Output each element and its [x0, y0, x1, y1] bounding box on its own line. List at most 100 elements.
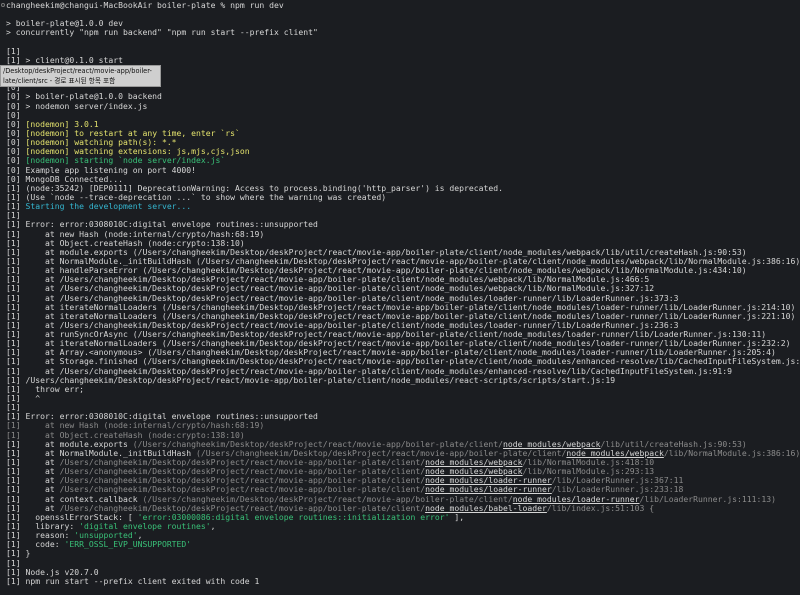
terminal-line: [1] at /Users/changheekim/Desktop/deskPr… [6, 467, 800, 476]
terminal-text-segment: node_modules/loader-runner [425, 485, 552, 495]
terminal-line: [0] Example app listening on port 4000! [6, 166, 800, 175]
terminal-text-segment: /lib/LoaderRunner.js:111:13) [639, 494, 776, 504]
terminal-text-segment: [1] opensslErrorStack: [ [6, 512, 138, 522]
terminal-text-segment: /lib/util/createHash.js:90:53) [600, 439, 747, 449]
terminal-text-segment: [1] at NormalModule._initBuildHash [6, 448, 197, 458]
terminal-text-segment: [1] at /Users/changheekim/Desktop/deskPr… [6, 284, 655, 294]
terminal-text-segment: /lib/LoaderRunner.js:233:18 [551, 485, 684, 495]
terminal-text-segment: [nodemon] watching path(s): *.* [25, 138, 177, 148]
terminal-line: [1] code: 'ERR_OSSL_EVP_UNSUPPORTED' [6, 540, 800, 549]
terminal-line: [1] at /Users/changheekim/Desktop/deskPr… [6, 458, 800, 467]
terminal-line: [0] [nodemon] watching extensions: js,mj… [6, 147, 800, 156]
terminal-text-segment: [1] Error: error:0308010C:digital envelo… [6, 412, 318, 422]
terminal-text-segment: [1] at Object.createHash (node:crypto:13… [6, 430, 245, 440]
terminal-text-segment: [1] at [6, 485, 60, 495]
terminal-line: [1] at Object.createHash (node:crypto:13… [6, 431, 800, 440]
terminal-text-segment: [0] MongoDB Connected... [6, 174, 123, 184]
terminal-line: [0] MongoDB Connected... [6, 175, 800, 184]
terminal-line: [0] [nodemon] to restart at any time, en… [6, 129, 800, 138]
terminal-text-segment: [1] at /Users/changheekim/Desktop/deskPr… [6, 275, 650, 285]
terminal-line: [1] at /Users/changheekim/Desktop/deskPr… [6, 294, 800, 303]
terminal-text-segment: [1] at new Hash (node:internal/crypto/ha… [6, 229, 265, 239]
terminal-text-segment: [0] [6, 119, 26, 129]
terminal-text-segment: [1] reason: [6, 531, 75, 541]
terminal-line: [1] at /Users/changheekim/Desktop/deskPr… [6, 504, 800, 513]
terminal-text-segment: /Users/changheekim/Desktop/deskProject/r… [59, 467, 426, 477]
terminal-text-segment: [1] at /Users/changheekim/Desktop/deskPr… [6, 293, 679, 303]
terminal-text-segment: [0] > nodemon server/index.js [6, 101, 148, 111]
terminal-text-segment: [0] [6, 110, 21, 120]
terminal-text-segment: [1] at module.exports [6, 439, 133, 449]
terminal-line: [1] at /Users/changheekim/Desktop/deskPr… [6, 476, 800, 485]
terminal-line: [1] at /Users/changheekim/Desktop/deskPr… [6, 275, 800, 284]
terminal-text-segment: 'error:03000086:digital envelope routine… [137, 512, 450, 522]
terminal-text-segment: 'ERR_OSSL_EVP_UNSUPPORTED' [64, 540, 192, 550]
terminal-text-segment: /Users/changheekim/Desktop/deskProject/r… [59, 503, 426, 513]
terminal-text-segment: [1] at module.exports (/Users/changheeki… [6, 247, 747, 257]
terminal-line: [1] at iterateNormalLoaders (/Users/chan… [6, 312, 800, 321]
terminal-text-segment: [1] Error: error:0308010C:digital envelo… [6, 220, 318, 230]
terminal-text-segment: [1] at /Users/changheekim/Desktop/deskPr… [6, 366, 733, 376]
terminal-text-segment: [1] } [6, 549, 31, 559]
terminal-text-segment: [1] at [6, 458, 60, 468]
terminal-text-segment: [1] at context.callback [6, 494, 143, 504]
terminal-line: [1] opensslErrorStack: [ 'error:03000086… [6, 513, 800, 522]
terminal-window[interactable]: changheekim@changui-MacBookAir boiler-pl… [0, 0, 800, 586]
terminal-text-segment: /Users/changheekim/Desktop/deskProject/r… [59, 476, 426, 486]
terminal-text-segment: [1] at iterateNormalLoaders (/Users/chan… [6, 339, 791, 349]
terminal-text-segment: [1] npm run start --prefix client exited… [6, 576, 260, 586]
terminal-line: [1] Error: error:0308010C:digital envelo… [6, 412, 800, 421]
terminal-line: [1] (Use `node --trace-deprecation ...` … [6, 193, 800, 202]
terminal-text-segment: , [137, 531, 143, 541]
terminal-line: [1] at runSyncOrAsync (/Users/changheeki… [6, 330, 800, 339]
terminal-text-segment: node_modules/babel-loader [425, 503, 547, 513]
terminal-text-segment: [1] library: [6, 522, 80, 532]
terminal-text-segment: [1] at NormalModule._initBuildHash (/Use… [6, 256, 800, 266]
terminal-line: [1] [6, 47, 800, 56]
terminal-text-segment: [1] ^ [6, 394, 41, 404]
terminal-line: [1] at Array.<anonymous> (/Users/changhe… [6, 348, 800, 357]
terminal-line: [0] > nodemon server/index.js [6, 102, 800, 111]
terminal-text-segment: [1] [6, 211, 21, 221]
terminal-line: > boiler-plate@1.0.0 dev [6, 19, 800, 28]
terminal-line: [1] [6, 403, 800, 412]
terminal-line: [1] at /Users/changheekim/Desktop/deskPr… [6, 284, 800, 293]
terminal-text-segment: [0] > boiler-plate@1.0.0 backend [6, 92, 162, 102]
terminal-line: [0] [nodemon] 3.0.1 [6, 120, 800, 129]
terminal-line: [0] > boiler-plate@1.0.0 backend [6, 92, 800, 101]
terminal-line: [1] at Object.createHash (node:crypto:13… [6, 239, 800, 248]
terminal-line: [1] at iterateNormalLoaders (/Users/chan… [6, 303, 800, 312]
terminal-text-segment: [0] [6, 156, 26, 166]
terminal-text-segment: [1] code: [6, 540, 65, 550]
terminal-line: [1] at module.exports (/Users/changheeki… [6, 440, 800, 449]
terminal-text-segment: node_modules/loader-runner [512, 494, 640, 504]
terminal-line: [1] } [6, 549, 800, 558]
terminal-line: [1] at new Hash (node:internal/crypto/ha… [6, 421, 800, 430]
terminal-text-segment: node_modules/webpack [425, 467, 523, 477]
terminal-line: [0] [nodemon] watching path(s): *.* [6, 138, 800, 147]
terminal-line: [1] Starting the development server... [6, 202, 800, 211]
terminal-line: [1] at context.callback (/Users/changhee… [6, 495, 800, 504]
terminal-text-segment: [0] [6, 147, 26, 157]
terminal-text-segment: [1] at /Users/changheekim/Desktop/deskPr… [6, 320, 679, 330]
terminal-text-segment: [1] [6, 403, 21, 413]
terminal-line: [1] [6, 211, 800, 220]
terminal-line: [1] at /Users/changheekim/Desktop/deskPr… [6, 485, 800, 494]
terminal-line: [1] (node:35242) [DEP0111] DeprecationWa… [6, 184, 800, 193]
terminal-line: [0] [6, 111, 800, 120]
terminal-line: [1] at iterateNormalLoaders (/Users/chan… [6, 339, 800, 348]
terminal-text-segment: [1] at Array.<anonymous> (/Users/changhe… [6, 348, 776, 358]
terminal-text-segment: 'unsupported' [74, 531, 138, 541]
terminal-text-segment: changheekim@changui-MacBookAir boiler-pl… [6, 1, 284, 10]
terminal-line: [0] [nodemon] starting `node server/inde… [6, 156, 800, 165]
terminal-text-segment: node_modules/loader-runner [425, 476, 552, 486]
terminal-text-segment: node_modules/webpack [425, 458, 523, 468]
terminal-text-segment: node_modules/webpack [503, 439, 601, 449]
terminal-text-segment: node_modules/webpack [566, 448, 664, 458]
terminal-text-segment: > boiler-plate@1.0.0 dev [6, 19, 123, 29]
terminal-text-segment: ], [449, 512, 465, 522]
terminal-text-segment: [nodemon] to restart at any time, enter … [25, 128, 240, 138]
terminal-text-segment: [1] [6, 46, 21, 56]
terminal-text-segment: /lib/NormalModule.js:418:10 [522, 458, 655, 468]
